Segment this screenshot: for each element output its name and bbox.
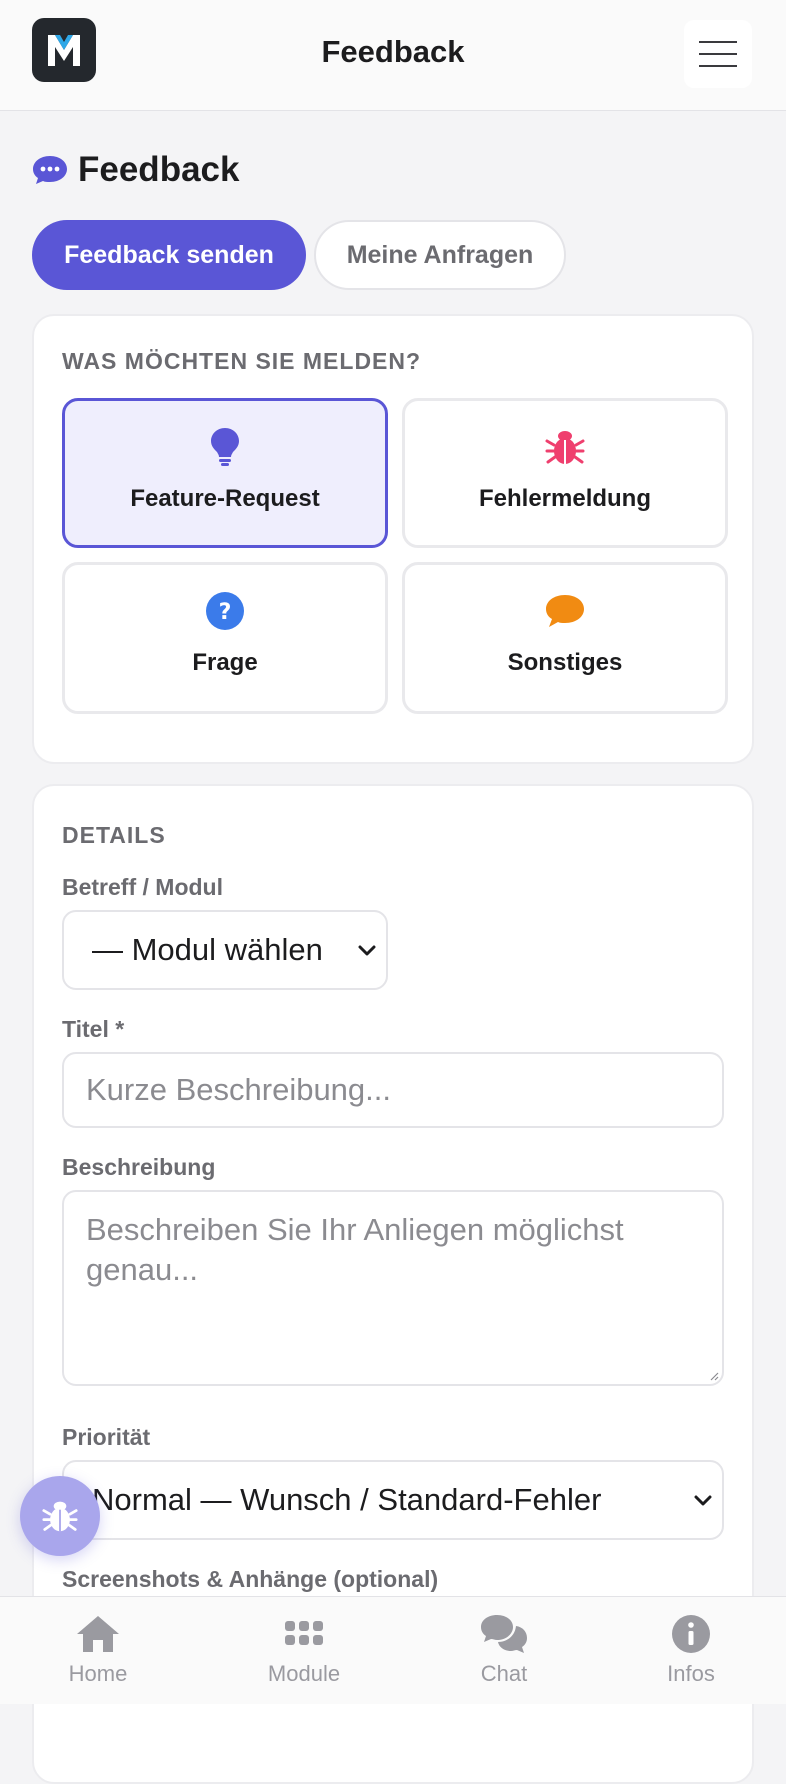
page-title: Feedback <box>32 150 239 190</box>
type-option-label: Fehlermeldung <box>478 485 652 512</box>
nav-item-home[interactable]: Home <box>28 1611 168 1687</box>
priority-label: Priorität <box>62 1424 151 1450</box>
tab-meine-anfragen[interactable]: Meine Anfragen <box>314 220 566 290</box>
nav-label: Infos <box>667 1661 715 1686</box>
type-option-label: Frage <box>192 649 258 676</box>
description-label: Beschreibung <box>62 1154 216 1180</box>
tab-feedback-senden[interactable]: Feedback senden <box>32 220 306 290</box>
module-select[interactable]: — Modul wählen <box>62 910 388 990</box>
type-section-label: WAS MÖCHTEN SIE MELDEN? <box>62 348 422 374</box>
nav-item-infos[interactable]: Infos <box>621 1611 761 1687</box>
type-option-frage[interactable]: ? Frage <box>62 562 388 714</box>
nav-label: Chat <box>480 1661 528 1686</box>
priority-select-value: Normal — Wunsch / Standard-Fehler <box>92 1482 602 1517</box>
nav-label: Home <box>68 1661 128 1686</box>
resize-handle-icon[interactable] <box>709 1371 719 1381</box>
speech-bubble-icon <box>546 595 584 627</box>
description-textarea[interactable]: Beschreiben Sie Ihr Anliegen möglichst g… <box>62 1190 724 1386</box>
title-placeholder: Kurze Beschreibung... <box>86 1072 392 1107</box>
grid-icon <box>285 1621 323 1645</box>
bug-icon <box>42 1501 78 1532</box>
details-section-label: DETAILS <box>62 822 166 848</box>
description-placeholder: Beschreiben Sie Ihr Anliegen möglichst g… <box>86 1212 624 1287</box>
type-option-sonstiges[interactable]: Sonstiges <box>402 562 728 714</box>
header-title: Feedback <box>321 34 465 69</box>
top-bar: Feedback <box>0 0 786 111</box>
question-icon: ? <box>206 592 244 630</box>
nav-item-module[interactable]: Module <box>234 1611 374 1687</box>
svg-text:?: ? <box>219 600 232 625</box>
chat-bubble-icon <box>33 156 67 184</box>
priority-select[interactable]: Normal — Wunsch / Standard-Fehler <box>62 1460 724 1540</box>
lightbulb-icon <box>211 428 239 466</box>
page-heading: Feedback <box>78 150 240 189</box>
type-option-label: Sonstiges <box>507 649 623 676</box>
nav-item-chat[interactable]: Chat <box>434 1611 574 1687</box>
type-option-label: Feature-Request <box>130 485 320 512</box>
module-label: Betreff / Modul <box>62 874 223 900</box>
menu-button[interactable] <box>684 20 752 88</box>
module-select-value: — Modul wählen <box>92 932 323 967</box>
type-option-fehlermeldung[interactable]: Fehlermeldung <box>402 398 728 548</box>
info-icon <box>672 1615 710 1653</box>
nav-label: Module <box>267 1661 341 1686</box>
hamburger-icon <box>699 41 737 67</box>
chevron-down-icon <box>694 1495 712 1506</box>
feedback-type-card: WAS MÖCHTEN SIE MELDEN? Feature-Request … <box>32 314 754 764</box>
bug-report-fab[interactable] <box>20 1476 100 1556</box>
type-option-feature-request[interactable]: Feature-Request <box>62 398 388 548</box>
chevron-down-icon <box>358 945 376 956</box>
title-label: Titel * <box>62 1016 125 1042</box>
chat-icon <box>481 1615 527 1653</box>
attachments-label: Screenshots & Anhänge (optional) <box>62 1566 439 1592</box>
bug-icon <box>545 431 585 464</box>
title-input[interactable]: Kurze Beschreibung... <box>62 1052 724 1128</box>
home-icon <box>77 1616 119 1652</box>
bottom-nav: Home Module Chat Infos <box>0 1596 786 1704</box>
